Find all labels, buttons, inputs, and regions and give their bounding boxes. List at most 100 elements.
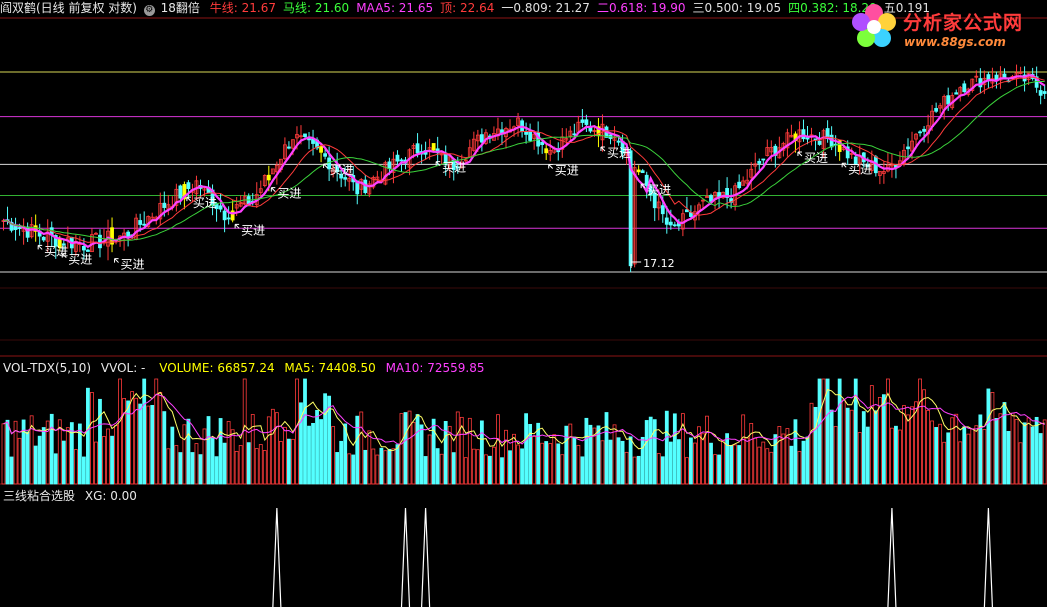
volume-bar: [1030, 426, 1035, 485]
volume-bar: [170, 426, 175, 485]
volume-bar: [387, 448, 392, 485]
volume-bar: [918, 378, 922, 485]
volume-bar: [1006, 430, 1011, 485]
volume-bar: [455, 411, 460, 485]
volume-bar: [500, 457, 504, 485]
volume-bar: [311, 422, 315, 485]
volume-indicator-name[interactable]: VOL-TDX(5,10): [3, 361, 91, 375]
logo-url: www.88gs.com: [904, 35, 1006, 49]
buy-arrow-icon: [234, 223, 240, 229]
volume-bar: [685, 457, 689, 485]
volume-bar: [584, 417, 589, 485]
volume-bar: [676, 439, 681, 485]
volume-bar: [769, 451, 774, 485]
volume-bar: [986, 388, 991, 485]
volume-bar: [339, 440, 344, 485]
volume-bar: [61, 440, 66, 485]
volume-bar: [198, 454, 203, 485]
settings-gear-icon[interactable]: ⚙: [143, 5, 155, 16]
volume-bar: [926, 409, 930, 485]
volume-bar: [118, 378, 122, 485]
buy-signal-label: 买进: [607, 146, 631, 160]
indicator-item: 牛线: 21.67: [209, 1, 276, 15]
candle-body: [672, 224, 677, 227]
volume-bar: [1038, 433, 1043, 485]
volume-bar: [821, 378, 826, 485]
volume-bar: [689, 437, 693, 485]
candle-body: [82, 246, 86, 251]
volume-bar: [709, 442, 713, 485]
chart-canvas[interactable]: 买进买进 买进买进买进买进买进 买进 买进买进买进买进买进17.12: [0, 0, 1047, 607]
volume-bar: [98, 398, 102, 485]
volume-bar: [978, 414, 983, 485]
volume-bar: [110, 435, 114, 485]
buy-signal-label: 买进: [848, 162, 872, 176]
buy-signal-markers: 买进买进 买进买进买进买进买进 买进 买进买进买进买进买进17.12: [37, 146, 872, 272]
volume-bar: [194, 443, 199, 485]
volume-bar: [620, 440, 625, 485]
volume-bar: [238, 445, 243, 485]
volume-bar: [439, 453, 444, 485]
volume-bar: [73, 449, 78, 485]
volume-bar: [254, 448, 259, 485]
candle-body: [266, 174, 271, 181]
candle-body: [186, 182, 191, 189]
volume-bar: [371, 448, 376, 485]
volume-bar: [845, 407, 850, 485]
volume-bar: [588, 424, 593, 485]
candle-body: [98, 234, 102, 249]
candle-body: [138, 220, 143, 225]
volume-bar: [138, 403, 143, 485]
volume-bar: [1034, 416, 1039, 485]
volume-bar: [881, 394, 886, 485]
volume-bar: [524, 413, 528, 485]
candle-body: [640, 170, 645, 174]
volume-value: VOLUME: 66857.24: [159, 361, 275, 375]
candle-body: [660, 205, 665, 215]
volume-bar: [258, 444, 263, 485]
candle-body: [142, 223, 147, 226]
volume-bar: [307, 425, 311, 485]
signal-indicator-name[interactable]: 三线粘合选股: [3, 489, 75, 503]
candle-body: [86, 249, 90, 252]
volume-bar: [1014, 419, 1019, 485]
indicator-name[interactable]: 18翻倍: [161, 1, 200, 15]
volume-bar: [701, 433, 705, 485]
stock-title[interactable]: 阎双鹤(日线 前复权 对数): [0, 1, 137, 15]
volume-bar: [745, 437, 750, 485]
candle-body: [685, 209, 689, 213]
volume-bar: [41, 427, 46, 485]
volume-bar: [877, 397, 882, 485]
volume-bar: [230, 429, 235, 485]
volume-bar: [801, 440, 806, 485]
volume-ma-10: [3, 393, 1045, 445]
volume-bar: [1026, 417, 1031, 485]
volume-bar: [640, 436, 645, 485]
candle-body: [757, 160, 762, 164]
volume-bar: [733, 444, 738, 485]
volume-bar: [974, 425, 979, 485]
signal-title-bar: 三线粘合选股 XG: 0.00: [3, 489, 137, 503]
volume-bar: [954, 413, 959, 485]
volume-bar: [33, 445, 38, 485]
volume-bar: [797, 451, 802, 485]
volume-bar: [363, 449, 368, 485]
buy-signal-label: 买进: [68, 253, 92, 267]
volume-bar: [568, 423, 573, 485]
volume-bar: [146, 405, 151, 485]
volume-bar: [492, 446, 496, 485]
xg-spike: [983, 507, 993, 607]
volume-bar: [873, 410, 878, 485]
volume-bar: [415, 414, 420, 485]
candle-body: [1042, 91, 1047, 94]
candle-body: [922, 128, 926, 132]
volume-bar: [890, 427, 894, 485]
volume-bar: [540, 442, 545, 485]
volume-bar: [572, 436, 577, 485]
volume-bar: [741, 414, 746, 485]
volume-bar: [210, 437, 215, 485]
volume-bar: [725, 433, 729, 485]
volume-bar: [705, 415, 709, 485]
volume-bar: [190, 452, 195, 485]
candle-body: [946, 95, 951, 105]
